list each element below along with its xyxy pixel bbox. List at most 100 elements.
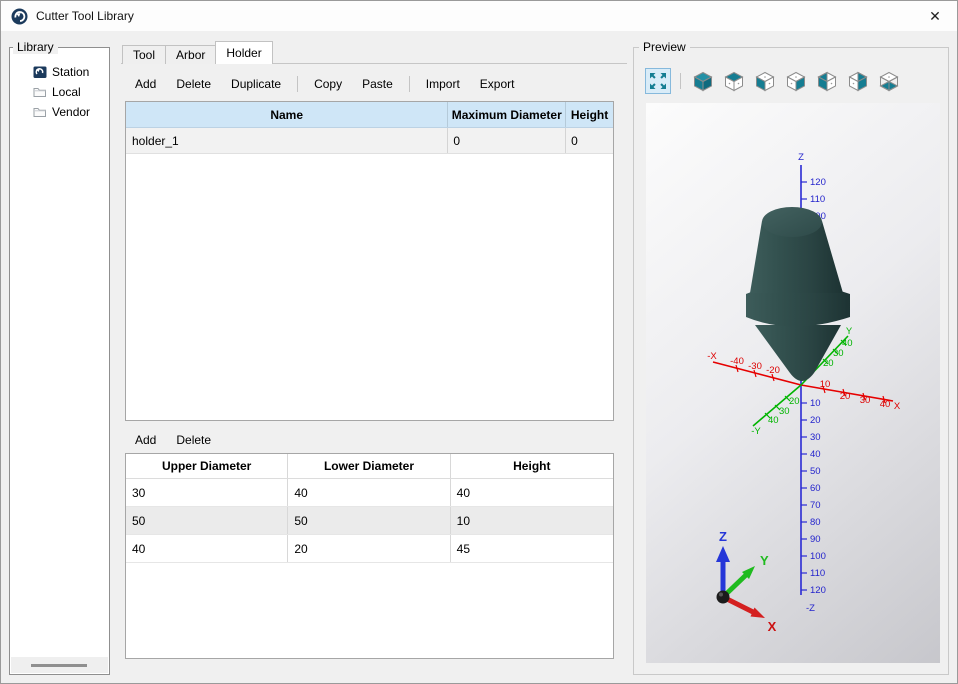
bottom-view-button[interactable] — [876, 68, 902, 94]
triad-z-label: Z — [719, 529, 727, 544]
table-row[interactable]: 30 40 40 — [126, 479, 613, 507]
y-tick-label: 40 — [842, 338, 853, 349]
front-view-button[interactable] — [752, 68, 778, 94]
sidebar-item-vendor[interactable]: Vendor — [10, 102, 109, 122]
cell-lower-diameter[interactable]: 20 — [288, 535, 450, 562]
cell-name[interactable]: holder_1 — [126, 128, 448, 153]
isometric-view-button[interactable] — [690, 68, 716, 94]
triad-x-label: X — [768, 619, 777, 634]
orientation-triad: Z Y X — [716, 529, 777, 634]
right-view-icon — [785, 70, 807, 92]
cell-height[interactable]: 10 — [451, 507, 613, 534]
z-axis-label: Z — [798, 152, 804, 163]
column-header-upper-diameter[interactable]: Upper Diameter — [126, 454, 288, 478]
segment-table: Upper Diameter Lower Diameter Height 30 … — [125, 453, 614, 659]
z-tick-label: 50 — [810, 466, 821, 477]
cell-height[interactable]: 0 — [566, 128, 613, 153]
z-tick-label: 40 — [810, 449, 821, 460]
holder-table: Name Maximum Diameter Height holder_1 0 … — [125, 101, 614, 421]
cell-upper-diameter[interactable]: 50 — [126, 507, 288, 534]
export-button[interactable]: Export — [472, 75, 523, 93]
column-header-height[interactable]: Height — [566, 102, 613, 127]
hscrollbar-thumb[interactable] — [31, 664, 87, 667]
table-row[interactable]: 40 20 45 — [126, 535, 613, 563]
z-tick-label: 120 — [810, 585, 826, 596]
library-hscrollbar — [11, 657, 108, 673]
tab-strip: Tool Arbor Holder — [122, 41, 272, 64]
back-view-button[interactable] — [845, 68, 871, 94]
cell-upper-diameter[interactable]: 40 — [126, 535, 288, 562]
column-header-maximum-diameter[interactable]: Maximum Diameter — [448, 102, 566, 127]
left-view-icon — [816, 70, 838, 92]
cell-lower-diameter[interactable]: 50 — [288, 507, 450, 534]
tab-arbor[interactable]: Arbor — [165, 45, 216, 64]
z-tick-label: 70 — [810, 500, 821, 511]
x-tick-label: 40 — [880, 399, 891, 410]
toolbar-separator — [297, 76, 298, 92]
toolbar-separator — [409, 76, 410, 92]
cell-height[interactable]: 45 — [451, 535, 613, 562]
z-tick-label: 80 — [810, 517, 821, 528]
paste-button[interactable]: Paste — [354, 75, 401, 93]
library-panel: Station Local Vendor — [9, 47, 110, 675]
cell-maximum-diameter[interactable]: 0 — [448, 128, 566, 153]
z-tick-label: 100 — [810, 551, 826, 562]
sidebar-item-label: Local — [52, 85, 81, 99]
x-tick-label: -20 — [766, 365, 780, 376]
neg-z-axis-label: -Z — [806, 603, 815, 614]
duplicate-button[interactable]: Duplicate — [223, 75, 289, 93]
title-bar: Cutter Tool Library ✕ — [1, 1, 957, 31]
bottom-view-icon — [878, 70, 900, 92]
tab-tool[interactable]: Tool — [122, 45, 166, 64]
segment-toolbar: Add Delete — [127, 429, 219, 451]
cell-lower-diameter[interactable]: 40 — [288, 479, 450, 506]
triad-y-label: Y — [760, 553, 769, 568]
left-view-button[interactable] — [814, 68, 840, 94]
sidebar-item-local[interactable]: Local — [10, 82, 109, 102]
close-button[interactable]: ✕ — [913, 1, 957, 31]
z-tick-label: 30 — [810, 432, 821, 443]
copy-button[interactable]: Copy — [306, 75, 350, 93]
cell-upper-diameter[interactable]: 30 — [126, 479, 288, 506]
library-tree: Station Local Vendor — [10, 48, 109, 122]
z-tick-label: 110 — [810, 194, 825, 205]
y-tick-label: 20 — [789, 396, 800, 407]
folder-icon — [33, 105, 47, 119]
import-button[interactable]: Import — [418, 75, 468, 93]
table-row[interactable]: holder_1 0 0 — [126, 128, 613, 154]
library-group-label: Library — [13, 40, 58, 54]
segment-add-button[interactable]: Add — [127, 431, 164, 449]
add-button[interactable]: Add — [127, 75, 164, 93]
sidebar-item-station[interactable]: Station — [10, 62, 109, 82]
top-view-icon — [723, 70, 745, 92]
preview-3d-canvas[interactable]: Z 120 110 100 10 20 30 40 50 60 70 80 — [646, 103, 940, 663]
segment-delete-button[interactable]: Delete — [168, 431, 219, 449]
z-tick-label: 110 — [810, 568, 825, 579]
sidebar-item-label: Vendor — [52, 105, 90, 119]
sidebar-item-label: Station — [52, 65, 89, 79]
y-tick-label: 30 — [833, 348, 844, 359]
cell-height[interactable]: 40 — [451, 479, 613, 506]
column-header-height[interactable]: Height — [451, 454, 613, 478]
x-tick-label: -30 — [748, 361, 762, 372]
y-axis-label: Y — [846, 326, 853, 337]
column-header-name[interactable]: Name — [126, 102, 448, 127]
x-tick-label: 30 — [860, 395, 871, 406]
fit-view-button[interactable] — [645, 68, 671, 94]
app-logo-icon — [11, 8, 28, 25]
y-tick-label: 20 — [823, 358, 834, 369]
column-header-lower-diameter[interactable]: Lower Diameter — [288, 454, 450, 478]
delete-button[interactable]: Delete — [168, 75, 219, 93]
tab-holder[interactable]: Holder — [215, 41, 272, 64]
y-tick-label: 30 — [779, 406, 790, 417]
x-tick-label: 20 — [840, 391, 851, 402]
top-view-button[interactable] — [721, 68, 747, 94]
right-view-button[interactable] — [783, 68, 809, 94]
window-title: Cutter Tool Library — [36, 9, 134, 23]
back-view-icon — [847, 70, 869, 92]
preview-3d-viewport[interactable]: Z 120 110 100 10 20 30 40 50 60 70 80 — [646, 103, 940, 663]
front-view-icon — [754, 70, 776, 92]
fit-view-icon — [648, 71, 668, 91]
table-row[interactable]: 50 50 10 — [126, 507, 613, 535]
view-toolbar — [645, 67, 902, 95]
